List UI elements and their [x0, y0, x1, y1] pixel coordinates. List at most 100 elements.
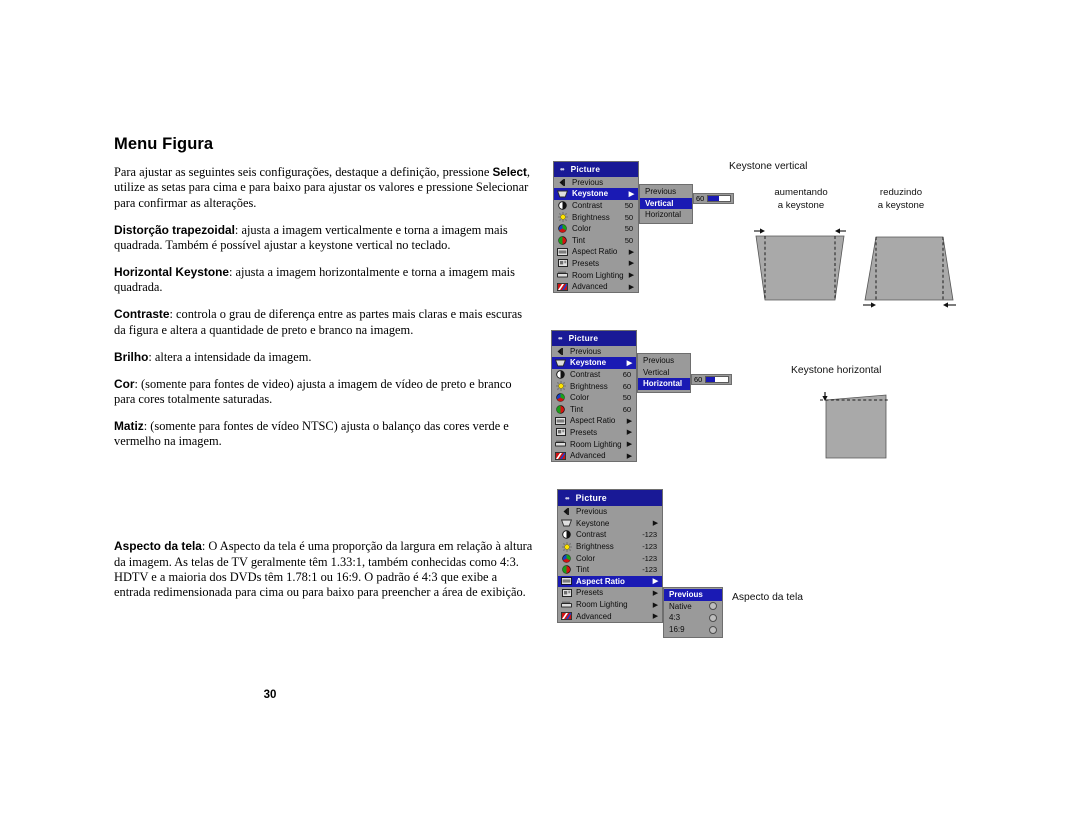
osd-row-previous[interactable]: Previous [554, 177, 638, 189]
osd-menu-keystone-vertical[interactable]: •• Picture Previous Keystone ▶ Contrast 50 Br… [553, 161, 735, 294]
osd-row-value: -123 [642, 565, 657, 575]
osd-row-contrast[interactable]: Contrast -123 [558, 529, 662, 541]
osd-row-value: 60 [622, 404, 631, 414]
radio-button-icon[interactable] [709, 625, 717, 634]
presets-icon [561, 588, 572, 597]
page-title: Menu Figura [114, 135, 214, 153]
osd-submenu-item-4-3[interactable]: 4:3 [664, 612, 722, 624]
osd-submenu-item-horizontal[interactable]: Horizontal [640, 209, 692, 221]
osd-main-panel-2: •• Picture Previous Keystone ▶ Contrast 60 Br… [551, 330, 637, 463]
osd-title-label-3: Picture [575, 493, 607, 503]
osd-menu-keystone-horizontal[interactable]: •• Picture Previous Keystone ▶ Contrast 60 Br… [551, 330, 733, 463]
osd-row-previous[interactable]: Previous [552, 346, 636, 358]
figure-label-keystone-vertical: Keystone vertical [729, 161, 808, 172]
osd-row-keystone[interactable]: Keystone ▶ [552, 357, 636, 369]
osd-row-aspect-ratio[interactable]: Aspect Ratio ▶ [554, 246, 638, 258]
osd-row-brightness[interactable]: Brightness 60 [552, 380, 636, 392]
osd-submenu-keystone-1[interactable]: Previous Vertical Horizontal [639, 184, 693, 224]
osd-row-presets[interactable]: Presets ▶ [554, 258, 638, 270]
osd-row-presets[interactable]: Presets ▶ [558, 587, 662, 599]
tint-icon [561, 565, 572, 575]
page-number-container: 30 [0, 689, 1080, 701]
osd-title-bar-2: •• Picture [552, 331, 636, 346]
slider-value-1: 60 [696, 194, 705, 203]
osd-row-label: Keystone [576, 518, 610, 528]
keystone-vertical-slider-1[interactable]: 60 [693, 193, 735, 204]
osd-submenu-label: 16:9 [669, 625, 685, 635]
keystone-horizontal-slider-2[interactable]: 60 [691, 374, 733, 385]
osd-row-label: Previous [570, 346, 602, 356]
keystone-icon [561, 519, 572, 528]
osd-submenu-item-vertical[interactable]: Vertical [640, 197, 692, 210]
osd-row-tint[interactable]: Tint -123 [558, 564, 662, 576]
osd-row-brightness[interactable]: Brightness 50 [554, 211, 638, 223]
slider-track-2[interactable] [705, 376, 730, 383]
osd-row-label: Brightness [570, 381, 608, 391]
osd-submenu-label: Previous [669, 590, 703, 600]
figure-label-aspect-ratio: Aspecto da tela [732, 592, 803, 603]
osd-submenu-item-previous[interactable]: Previous [640, 186, 692, 198]
osd-row-label: Previous [572, 177, 604, 187]
osd-row-value: 50 [624, 200, 633, 210]
osd-submenu-item-16-9[interactable]: 16:9 [664, 624, 722, 636]
radio-button-icon[interactable] [709, 602, 717, 611]
osd-row-brightness[interactable]: Brightness -123 [558, 541, 662, 553]
osd-submenu-item-previous[interactable]: Previous [638, 355, 690, 367]
item-aspect-ratio-term: Aspecto da tela [114, 539, 202, 554]
osd-menu-aspect-ratio[interactable]: •• Picture Previous Keystone ▶ Contrast -123… [557, 489, 723, 639]
item-color-desc: : (somente para fontes de video) ajusta … [114, 376, 512, 406]
advanced-icon [561, 612, 572, 621]
osd-row-label: Room Lighting [572, 270, 624, 280]
osd-rows-1: Previous Keystone ▶ Contrast 50 Brightness 50 C… [554, 177, 638, 293]
osd-submenu-item-horizontal[interactable]: Horizontal [638, 378, 690, 390]
back-arrow-icon [557, 178, 568, 187]
osd-row-aspect-ratio[interactable]: Aspect Ratio ▶ [558, 575, 662, 588]
osd-row-presets[interactable]: Presets ▶ [552, 427, 636, 439]
osd-row-room-lighting[interactable]: Room Lighting ▶ [554, 269, 638, 281]
slider-track-1[interactable] [707, 195, 732, 202]
osd-row-value: 50 [622, 393, 631, 403]
osd-row-advanced[interactable]: Advanced ▶ [558, 610, 662, 622]
osd-row-previous[interactable]: Previous [558, 506, 662, 518]
osd-row-keystone[interactable]: Keystone ▶ [558, 518, 662, 530]
osd-submenu-item-previous[interactable]: Previous [664, 589, 722, 601]
osd-row-label: Color [570, 393, 590, 403]
intro-bold-select: Select [492, 166, 527, 179]
osd-row-label: Room Lighting [570, 439, 622, 449]
osd-submenu-aspect-ratio[interactable]: Previous Native 4:3 16:9 [663, 587, 723, 639]
osd-row-tint[interactable]: Tint 60 [552, 403, 636, 415]
osd-title-label-1: Picture [570, 164, 601, 174]
page-number: 30 [263, 689, 277, 701]
osd-row-keystone[interactable]: Keystone ▶ [554, 188, 638, 200]
osd-row-aspect-ratio[interactable]: Aspect Ratio ▶ [552, 415, 636, 427]
osd-row-value: -123 [642, 542, 657, 552]
osd-row-label: Aspect Ratio [570, 416, 616, 426]
osd-row-color[interactable]: Color -123 [558, 552, 662, 564]
osd-row-label: Presets [572, 258, 600, 268]
osd-row-label: Keystone [570, 358, 607, 368]
osd-row-advanced[interactable]: Advanced ▶ [552, 450, 636, 462]
osd-main-panel-1: •• Picture Previous Keystone ▶ Contrast 50 Br… [553, 161, 639, 294]
osd-row-value: -123 [642, 553, 657, 563]
osd-row-contrast[interactable]: Contrast 50 [554, 200, 638, 212]
osd-row-label: Tint [570, 404, 584, 414]
osd-row-color[interactable]: Color 50 [554, 223, 638, 235]
osd-row-room-lighting[interactable]: Room Lighting ▶ [552, 438, 636, 450]
osd-submenu-item-native[interactable]: Native [664, 601, 722, 613]
osd-row-label: Aspect Ratio [576, 576, 625, 586]
osd-submenu-item-vertical[interactable]: Vertical [638, 367, 690, 379]
osd-submenu-keystone-2[interactable]: Previous Vertical Horizontal [637, 353, 691, 393]
keystone-icon [557, 189, 568, 198]
osd-row-room-lighting[interactable]: Room Lighting ▶ [558, 599, 662, 611]
brightness-icon [557, 212, 568, 222]
osd-row-tint[interactable]: Tint 50 [554, 234, 638, 246]
osd-row-advanced[interactable]: Advanced ▶ [554, 281, 638, 293]
item-keystone: Distorção trapezoidal: ajusta a imagem v… [114, 223, 534, 254]
arrow-head-left-2 [871, 302, 876, 308]
osd-row-contrast[interactable]: Contrast 60 [552, 369, 636, 381]
osd-submenu-label: Previous [643, 356, 675, 366]
radio-button-icon[interactable] [709, 613, 717, 622]
intro-before: Para ajustar as seguintes seis configura… [114, 165, 493, 179]
osd-row-color[interactable]: Color 50 [552, 392, 636, 404]
aspect-ratio-icon [557, 247, 568, 256]
